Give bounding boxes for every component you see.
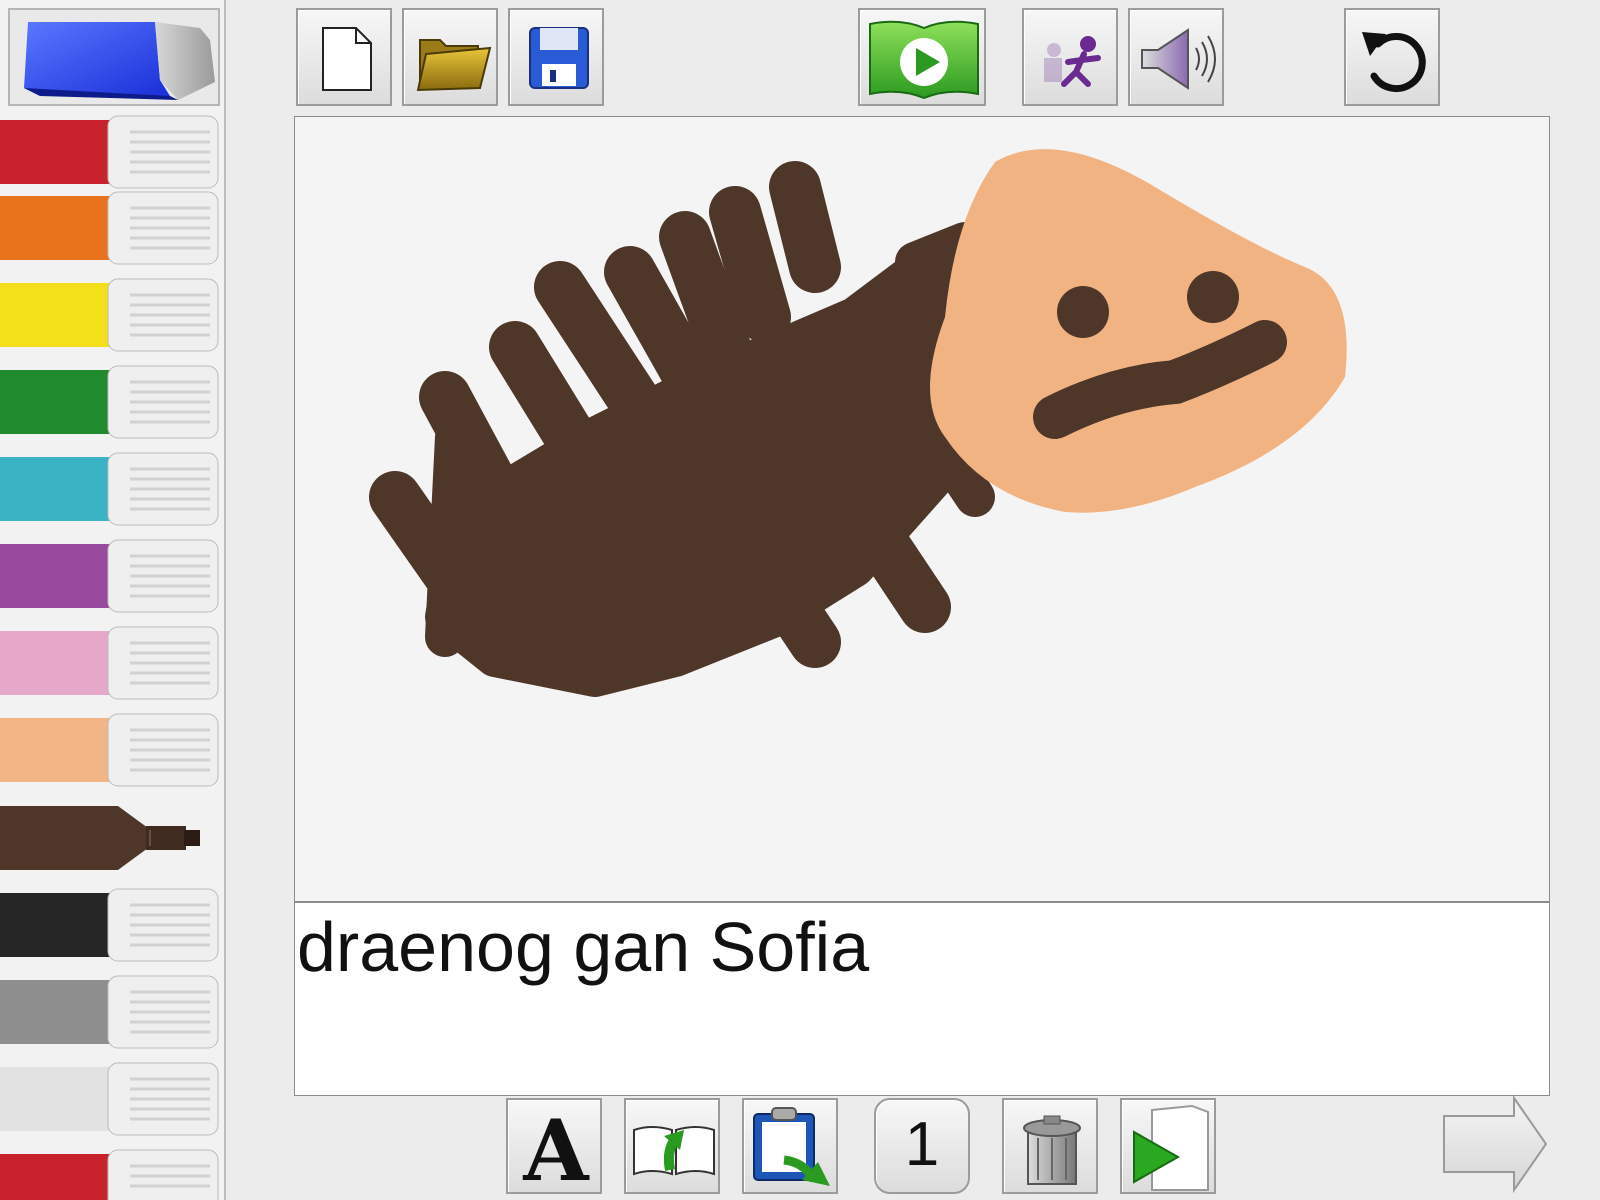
import-image-icon <box>633 1126 715 1176</box>
undo-icon <box>1362 32 1426 92</box>
hedgehog-drawing <box>369 149 1347 697</box>
marker-brown-selected[interactable] <box>0 800 222 876</box>
caption-text: draenog gan Sofia <box>297 908 870 986</box>
marker-cyan[interactable] <box>0 451 222 527</box>
folder-icon <box>416 39 492 92</box>
marker-pink[interactable] <box>0 625 222 701</box>
marker-black[interactable] <box>0 887 222 963</box>
speaker-icon <box>1141 28 1216 90</box>
text-button[interactable]: A <box>506 1098 602 1196</box>
delete-page-button[interactable] <box>1002 1098 1098 1194</box>
next-page-button[interactable] <box>1440 1094 1550 1194</box>
play-book-icon <box>869 20 979 100</box>
import-image-button[interactable] <box>624 1098 720 1194</box>
caption-field[interactable]: draenog gan Sofia <box>294 902 1550 1096</box>
svg-text:A: A <box>522 1101 590 1196</box>
page-number: 1 <box>904 1110 940 1180</box>
marker-purple[interactable] <box>0 538 222 614</box>
running-figure-icon <box>1044 36 1101 87</box>
open-button[interactable] <box>402 8 498 106</box>
sound-button[interactable] <box>1128 8 1224 106</box>
marker-red[interactable] <box>0 114 222 190</box>
new-document-icon <box>322 27 372 91</box>
page-number-button[interactable]: 1 <box>874 1098 970 1194</box>
letter-a-icon: A <box>522 1101 590 1196</box>
new-page-button[interactable] <box>296 8 392 106</box>
drawing-canvas[interactable] <box>294 116 1550 902</box>
clipboard-icon <box>753 1107 830 1186</box>
marker-white[interactable] <box>0 1061 222 1137</box>
marker-yellow[interactable] <box>0 277 222 353</box>
save-button[interactable] <box>508 8 604 106</box>
play-page-button[interactable] <box>1120 1098 1216 1194</box>
color-palette <box>0 0 226 1200</box>
marker-green[interactable] <box>0 364 222 440</box>
trash-icon <box>1023 1115 1081 1185</box>
marker-red-2[interactable] <box>0 1148 222 1200</box>
floppy-disk-icon <box>529 27 589 89</box>
eraser-button[interactable] <box>8 8 220 106</box>
marker-peach[interactable] <box>0 712 222 788</box>
undo-button[interactable] <box>1344 8 1440 106</box>
animate-button[interactable] <box>1022 8 1118 106</box>
play-page-icon <box>1133 1104 1209 1191</box>
eraser-icon <box>24 22 215 100</box>
next-arrow-icon <box>1443 1094 1548 1194</box>
marker-orange[interactable] <box>0 190 222 266</box>
paste-button[interactable] <box>742 1098 838 1194</box>
play-book-button[interactable] <box>858 8 986 106</box>
marker-grey[interactable] <box>0 974 222 1050</box>
